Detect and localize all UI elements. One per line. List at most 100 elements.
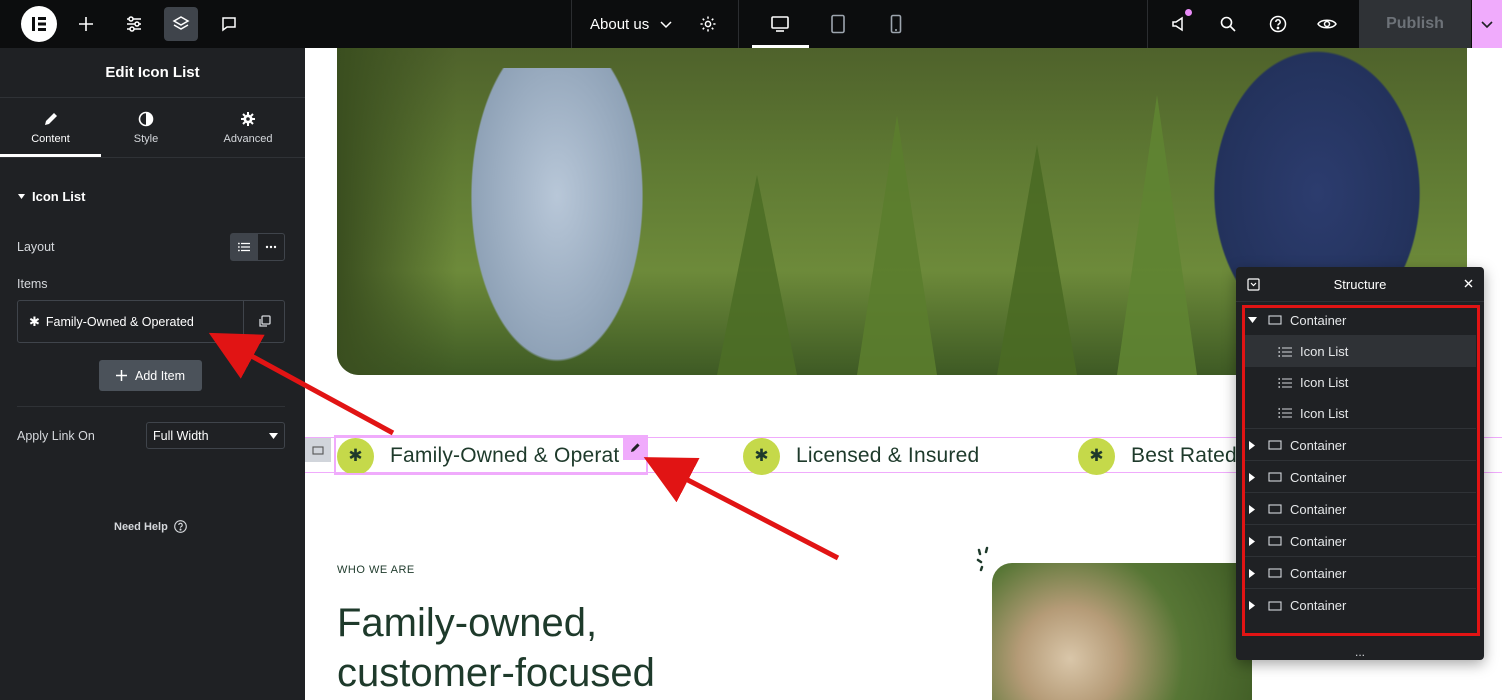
top-bar: About us Publish [0,0,1502,48]
comments-icon[interactable] [212,7,246,41]
notification-dot [1185,9,1192,16]
container-icon [1266,568,1284,578]
tab-style-label: Style [133,133,159,145]
need-help-link[interactable]: Need Help [114,520,187,533]
structure-item-container[interactable]: Container [1244,558,1476,589]
page-name-label: About us [590,15,650,33]
publish-options-button[interactable] [1472,0,1502,48]
tab-content-label: Content [31,133,70,145]
tab-style[interactable]: Style [101,98,191,158]
structure-item-icon-list[interactable]: Icon List [1244,336,1476,367]
pencil-icon [44,113,57,125]
structure-item-container[interactable]: Container [1244,494,1476,525]
structure-title: Structure [1333,276,1387,292]
structure-item-container[interactable]: Container [1244,590,1476,621]
panel-tabs: Content Style Advanced [0,98,305,158]
add-element-icon[interactable] [69,7,103,41]
repeater-item-title[interactable]: ✱ Family-Owned & Operated [18,301,243,342]
structure-item-icon-list[interactable]: Icon List [1244,367,1476,398]
layout-list-button[interactable] [231,234,258,260]
container-icon [1266,440,1284,450]
layout-inline-button[interactable] [258,234,285,260]
gear-icon [241,112,255,126]
add-item-label: Add Item [134,368,186,383]
copy-icon [258,315,271,327]
caret-down-icon[interactable] [1244,316,1260,324]
repeater-item[interactable]: ✱ Family-Owned & Operated [17,300,285,343]
tab-content[interactable]: Content [0,98,101,158]
search-icon[interactable] [1211,7,1245,41]
structure-resize-handle[interactable]: ... [1236,644,1484,660]
asterisk-icon: ✱ [743,437,780,475]
panel-divider [17,406,285,407]
desktop-view-icon[interactable] [760,7,800,41]
list-icon [1276,346,1294,358]
layout-label: Layout [17,240,55,254]
structure-layers-icon[interactable] [164,7,198,41]
caret-right-icon[interactable] [1244,472,1260,482]
elementor-logo-icon[interactable] [21,6,57,42]
half-circle-icon [138,111,154,127]
structure-item-label: Container [1290,501,1347,517]
structure-item-container[interactable]: Container [1244,305,1476,336]
heading-line-1: Family-owned, [337,601,598,645]
structure-item-label: Icon List [1300,405,1349,421]
topbar-separator [738,0,739,48]
icon-list-text: Best Rated [1131,444,1237,467]
dock-panel-icon[interactable] [1247,278,1260,294]
caret-right-icon[interactable] [1244,440,1260,450]
caret-right-icon[interactable] [1244,568,1260,578]
structure-item-container[interactable]: Container [1244,526,1476,557]
icon-list-item[interactable]: ✱ Licensed & Insured [743,437,980,475]
add-item-button[interactable]: Add Item [99,360,202,391]
list-icon [1276,407,1294,419]
apply-link-value: Full Width [153,428,209,443]
caret-right-icon[interactable] [1244,536,1260,546]
structure-item-label: Icon List [1300,344,1349,359]
tablet-view-icon[interactable] [818,7,858,41]
duplicate-item-button[interactable] [243,301,284,342]
help-icon [173,520,187,533]
chevron-down-icon [1481,21,1493,29]
structure-item-label: Container [1290,437,1347,453]
container-icon [312,445,324,455]
structure-item-label: Icon List [1300,375,1349,390]
container-icon [1266,536,1284,546]
caret-down-icon [18,194,25,199]
icon-list-item[interactable]: ✱ Best Rated [1078,437,1237,475]
topbar-separator [571,0,572,48]
structure-item-label: Container [1290,312,1347,328]
edit-widget-button[interactable] [623,435,648,460]
layout-toggle [230,233,285,261]
preview-eye-icon[interactable] [1310,7,1344,41]
page-selector[interactable]: About us [590,0,673,48]
help-icon[interactable] [1261,7,1295,41]
structure-item-container[interactable]: Container [1244,430,1476,461]
selected-widget-outline [334,435,648,475]
caret-right-icon[interactable] [1244,504,1260,514]
caret-right-icon[interactable] [1244,601,1260,610]
need-help-label: Need Help [114,520,168,533]
site-settings-sliders-icon[interactable] [117,7,151,41]
page-settings-gear-icon[interactable] [691,7,725,41]
structure-item-label: Container [1290,598,1347,613]
structure-item-label: Container [1290,533,1347,549]
container-handle[interactable] [305,438,331,462]
structure-item-container[interactable]: Container [1244,462,1476,493]
container-icon [1266,472,1284,482]
apply-link-select[interactable]: Full Width [146,422,285,449]
container-icon [1266,504,1284,514]
mobile-view-icon[interactable] [876,7,916,41]
publish-button[interactable]: Publish [1359,0,1471,48]
section-icon-list[interactable]: Icon List [17,189,85,204]
close-icon[interactable] [1463,277,1474,292]
team-photo[interactable] [992,563,1252,700]
heading-line-2: customer-focused [337,651,655,695]
structure-header: Structure [1236,267,1484,302]
icon-list-text: Licensed & Insured [796,444,980,467]
structure-panel: Structure Container Icon List Icon List … [1236,267,1484,660]
tab-advanced[interactable]: Advanced [191,98,305,158]
structure-item-icon-list[interactable]: Icon List [1244,398,1476,429]
section-heading: Family-owned, customer-focused [337,598,837,698]
structure-item-label: Container [1290,565,1347,581]
